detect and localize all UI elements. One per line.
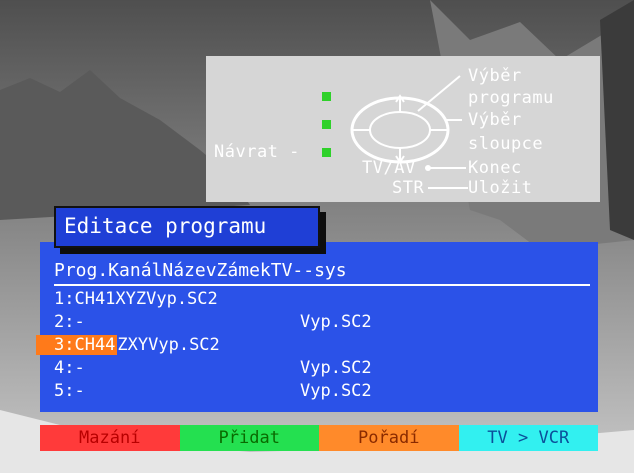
help-label-navrat: Návrat - <box>214 142 300 162</box>
selected-cell-highlight: 3:CH44 <box>36 335 118 355</box>
help-label-ulozit: Uložit <box>468 178 533 198</box>
table-header: Prog.KanálNázevZámekTV--sys <box>54 260 347 281</box>
page-title: Editace programu <box>64 214 267 238</box>
row-left-text: 5:- <box>54 381 85 401</box>
function-key-bar: Mazání Přidat Pořadí TV > VCR <box>40 425 598 451</box>
row-left-text: 3:CH44 ZXYVyp.SC2 <box>36 334 220 356</box>
row-left-text: 1:CH41XYZVyp.SC2 <box>54 289 218 309</box>
add-button[interactable]: Přidat <box>179 425 319 451</box>
help-label-vyber: Výběr <box>468 66 522 86</box>
help-label-konec: Konec <box>468 158 522 178</box>
table-row[interactable]: 4:- Vyp.SC2 <box>54 357 590 379</box>
row-right-text: Vyp.SC2 <box>300 381 372 401</box>
header-divider <box>54 284 590 286</box>
remote-help-panel: Výběr programu Výběr sloupce Návrat - TV… <box>206 56 600 202</box>
help-label-sloupce: sloupce <box>468 134 544 154</box>
row-left-rest: ZXYVyp.SC2 <box>117 335 220 355</box>
table-row[interactable]: 2:- Vyp.SC2 <box>54 311 590 333</box>
row-left-text: 4:- <box>54 358 85 378</box>
tv-to-vcr-button[interactable]: TV > VCR <box>458 425 598 451</box>
help-label-programu: programu <box>468 88 554 108</box>
table-row[interactable]: 5:- Vyp.SC2 <box>54 380 590 402</box>
green-square-icon <box>322 120 331 129</box>
help-label-tvav: TV/AV <box>362 158 416 178</box>
row-left-text: 2:- <box>54 312 85 332</box>
green-square-icon <box>322 148 331 157</box>
help-label-str: STR <box>392 178 425 198</box>
delete-button[interactable]: Mazání <box>40 425 180 451</box>
row-right-text: Vyp.SC2 <box>300 358 372 378</box>
help-label-vyber-sloupce: Výběr <box>468 110 522 130</box>
row-right-text: Vyp.SC2 <box>300 312 372 332</box>
program-table-panel: Prog.KanálNázevZámekTV--sys 1:CH41XYZVyp… <box>36 242 598 412</box>
table-row[interactable]: 1:CH41XYZVyp.SC2 <box>54 288 590 310</box>
green-square-icon <box>322 92 331 101</box>
table-row-selected[interactable]: 3:CH44 ZXYVyp.SC2 <box>36 334 590 356</box>
order-button[interactable]: Pořadí <box>319 425 459 451</box>
menu-title-box: Editace programu <box>54 206 320 248</box>
